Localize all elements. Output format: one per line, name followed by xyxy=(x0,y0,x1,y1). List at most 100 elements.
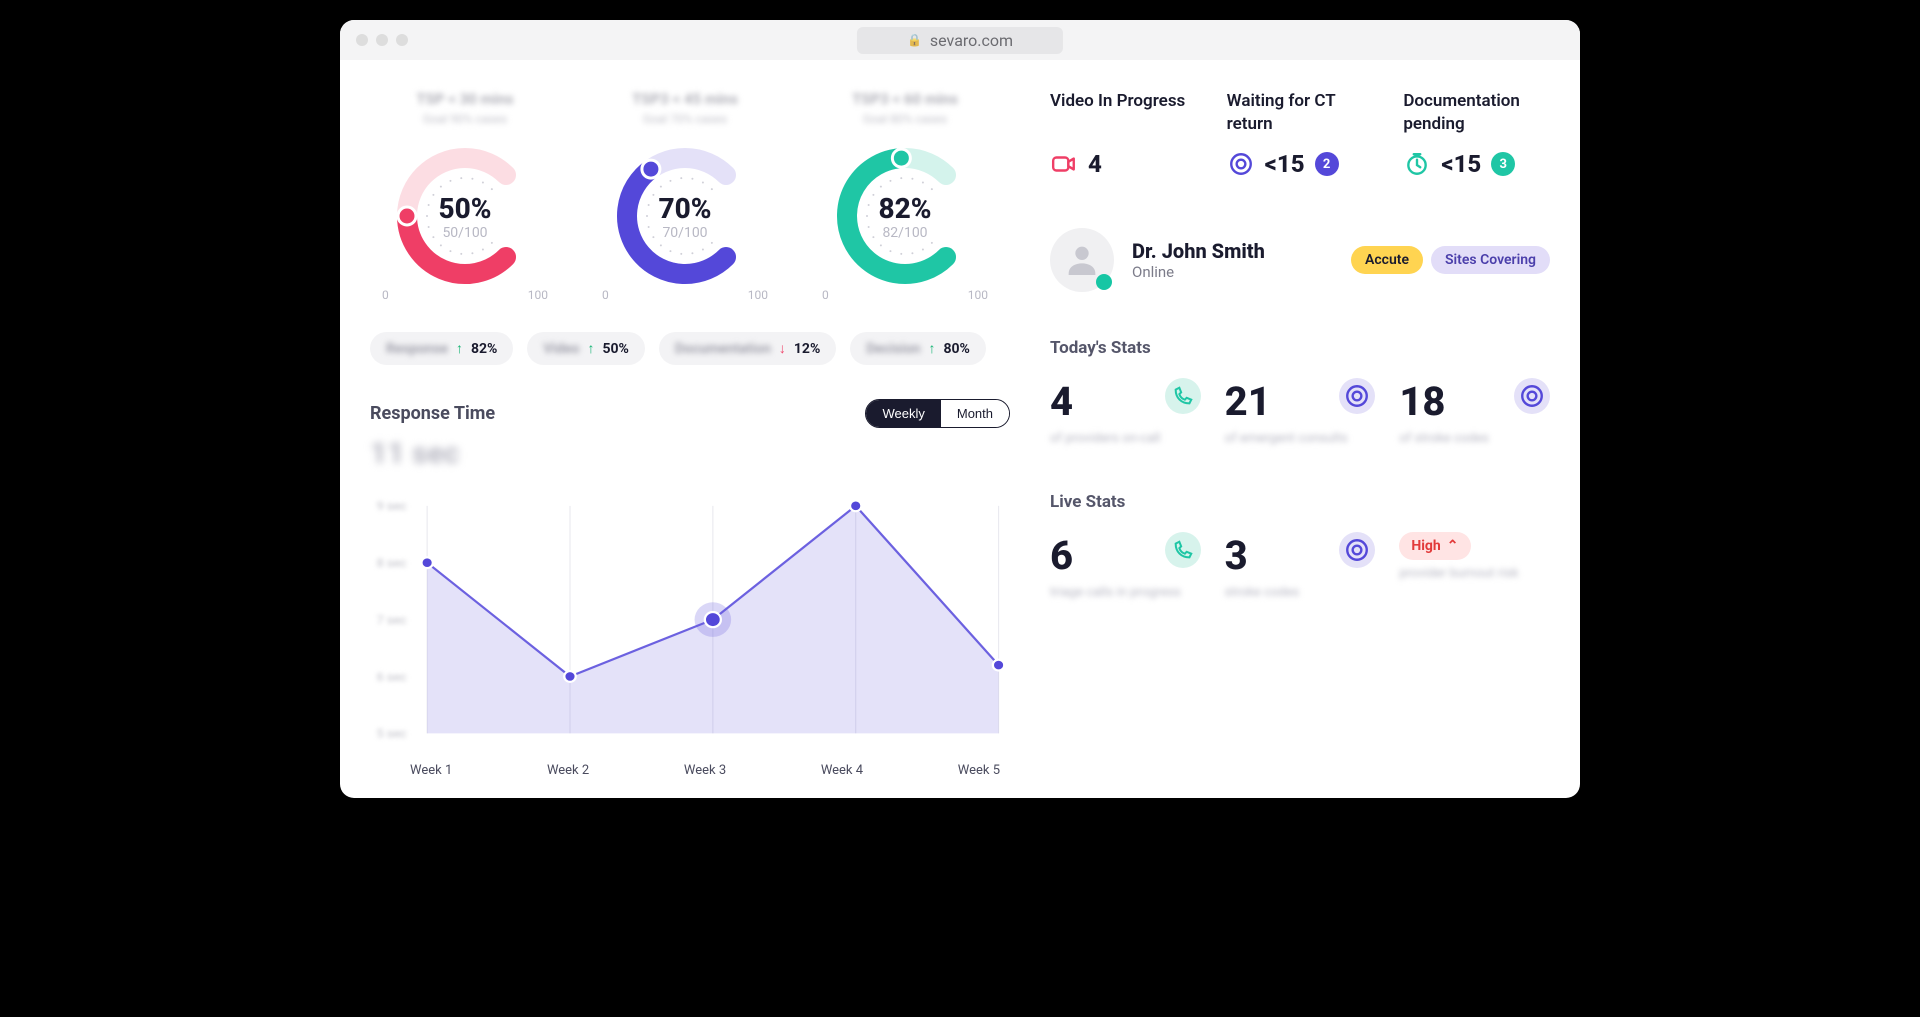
trend-up-icon: ↑ xyxy=(587,340,594,357)
gauge-dial: 70% 70/100 xyxy=(605,136,765,296)
response-title: Response Time xyxy=(370,403,495,424)
today-stats: Today's Stats 4 of providers on-call 21 … xyxy=(1050,338,1550,446)
maximize-dot[interactable] xyxy=(396,34,408,46)
stat-value: 21 xyxy=(1225,378,1271,425)
left-column: TSP < 30 mins Goal 90% cases 50% 50/100 … xyxy=(370,90,1010,778)
status-badge: 2 xyxy=(1315,152,1339,176)
pill-label: Video xyxy=(543,341,579,357)
pill-value: 12% xyxy=(794,341,820,357)
right-column: Video In Progress 4 Waiting for CT return… xyxy=(1050,90,1550,778)
doctor-card: Dr. John Smith Online Accute Sites Coveri… xyxy=(1050,228,1550,292)
status-title: Waiting for CT return xyxy=(1227,90,1374,136)
status-card-2: Documentation pending <153 xyxy=(1403,90,1550,178)
gauge-card-2: TSP3 < 60 mins Goal 80% cases 82% 82/100… xyxy=(810,90,1000,302)
stat-item: 6 triage calls in progress xyxy=(1050,532,1201,600)
person-icon xyxy=(1062,240,1102,280)
stat-item: High ⌃ provider burnout risk xyxy=(1399,532,1550,600)
doc-icon xyxy=(1403,150,1431,178)
gauge-dial: 50% 50/100 xyxy=(385,136,545,296)
toggle-month[interactable]: Month xyxy=(941,400,1009,427)
url-text: sevaro.com xyxy=(930,31,1013,50)
trend-down-icon: ↓ xyxy=(779,340,786,357)
gauges-row: TSP < 30 mins Goal 90% cases 50% 50/100 … xyxy=(370,90,1010,302)
svg-text:5 sec: 5 sec xyxy=(377,727,407,741)
response-value-blurred: 11 sec xyxy=(370,436,1010,471)
ct-icon xyxy=(1339,378,1375,414)
status-row: Video In Progress 4 Waiting for CT return… xyxy=(1050,90,1550,178)
pill-label: Response xyxy=(386,341,448,357)
doctor-status: Online xyxy=(1132,263,1265,281)
gauge-fraction: 82/100 xyxy=(882,225,927,241)
metric-pill-3[interactable]: Decision ↑ 80% xyxy=(850,332,986,365)
xaxis-label: Week 2 xyxy=(547,763,589,778)
xaxis-label: Week 4 xyxy=(821,763,863,778)
response-chart: 9 sec8 sec7 sec6 sec5 sec xyxy=(370,495,1010,755)
pill-label: Documentation xyxy=(675,341,771,357)
gauge-subtitle: Goal 90% cases xyxy=(370,112,560,126)
gauge-subtitle: Goal 70% cases xyxy=(590,112,780,126)
gauge-percent: 70% xyxy=(658,192,711,225)
window-controls[interactable] xyxy=(356,34,408,46)
gauge-percent: 50% xyxy=(438,192,491,225)
avatar[interactable] xyxy=(1050,228,1114,292)
minimize-dot[interactable] xyxy=(376,34,388,46)
toggle-weekly[interactable]: Weekly xyxy=(866,400,940,427)
metric-pill-1[interactable]: Video ↑ 50% xyxy=(527,332,645,365)
stat-value: 18 xyxy=(1399,378,1445,425)
metric-pills: Response ↑ 82% Video ↑ 50% Documentation ↓… xyxy=(370,332,1010,365)
xaxis-label: Week 1 xyxy=(410,763,452,778)
gauge-dial: 82% 82/100 xyxy=(825,136,985,296)
svg-text:7 sec: 7 sec xyxy=(377,613,407,627)
pill-value: 80% xyxy=(943,341,969,357)
ct-icon xyxy=(1514,378,1550,414)
close-dot[interactable] xyxy=(356,34,368,46)
xaxis-label: Week 3 xyxy=(684,763,726,778)
doctor-name: Dr. John Smith xyxy=(1132,239,1265,263)
video-icon xyxy=(1050,150,1078,178)
phone-icon xyxy=(1165,378,1201,414)
status-badge: 3 xyxy=(1491,152,1515,176)
stat-item: 21 of emergent consults xyxy=(1225,378,1376,446)
chip-accute[interactable]: Accute xyxy=(1351,246,1423,274)
app-window: 🔒 sevaro.com TSP < 30 mins Goal 90% case… xyxy=(340,20,1580,798)
trend-up-icon: ↑ xyxy=(928,340,935,357)
metric-pill-0[interactable]: Response ↑ 82% xyxy=(370,332,513,365)
stat-sub: of stroke codes xyxy=(1399,431,1550,446)
status-title: Video In Progress xyxy=(1050,90,1197,136)
status-value: 4 xyxy=(1088,150,1102,178)
response-header: Response Time Weekly Month xyxy=(370,399,1010,428)
stat-item: 4 of providers on-call xyxy=(1050,378,1201,446)
status-card-0: Video In Progress 4 xyxy=(1050,90,1197,178)
phone-icon xyxy=(1165,532,1201,568)
gauge-title: TSP3 < 60 mins xyxy=(810,90,1000,108)
status-title: Documentation pending xyxy=(1403,90,1550,136)
svg-text:8 sec: 8 sec xyxy=(377,556,407,570)
svg-text:6 sec: 6 sec xyxy=(377,670,407,684)
stat-sub: of providers on-call xyxy=(1050,431,1201,446)
stat-sub: triage calls in progress xyxy=(1050,585,1201,600)
gauge-percent: 82% xyxy=(878,192,931,225)
gauge-title: TSP < 30 mins xyxy=(370,90,560,108)
stat-sub: provider burnout risk xyxy=(1399,566,1550,581)
status-value: <15 xyxy=(1265,150,1305,178)
gauge-fraction: 50/100 xyxy=(442,225,487,241)
stat-sub: of emergent consults xyxy=(1225,431,1376,446)
stat-sub: stroke codes xyxy=(1225,585,1376,600)
today-title: Today's Stats xyxy=(1050,338,1550,358)
stat-value: 4 xyxy=(1050,378,1073,425)
xaxis-label: Week 5 xyxy=(958,763,1000,778)
chip-sites-covering[interactable]: Sites Covering xyxy=(1431,246,1550,274)
doctor-chips: Accute Sites Covering xyxy=(1351,246,1550,274)
trend-up-icon: ↑ xyxy=(456,340,463,357)
chart-xaxis: Week 1 Week 2 Week 3 Week 4 Week 5 xyxy=(370,763,1010,778)
pill-label: Decision xyxy=(866,341,920,357)
gauge-card-0: TSP < 30 mins Goal 90% cases 50% 50/100 … xyxy=(370,90,560,302)
pill-value: 82% xyxy=(471,341,497,357)
status-card-1: Waiting for CT return <15 2 xyxy=(1227,90,1374,178)
live-stats: Live Stats 6 triage calls in progress 3 … xyxy=(1050,492,1550,600)
url-bar[interactable]: 🔒 sevaro.com xyxy=(857,27,1063,54)
metric-pill-2[interactable]: Documentation ↓ 12% xyxy=(659,332,836,365)
content: TSP < 30 mins Goal 90% cases 50% 50/100 … xyxy=(340,60,1580,778)
live-title: Live Stats xyxy=(1050,492,1550,512)
period-toggle: Weekly Month xyxy=(865,399,1010,428)
